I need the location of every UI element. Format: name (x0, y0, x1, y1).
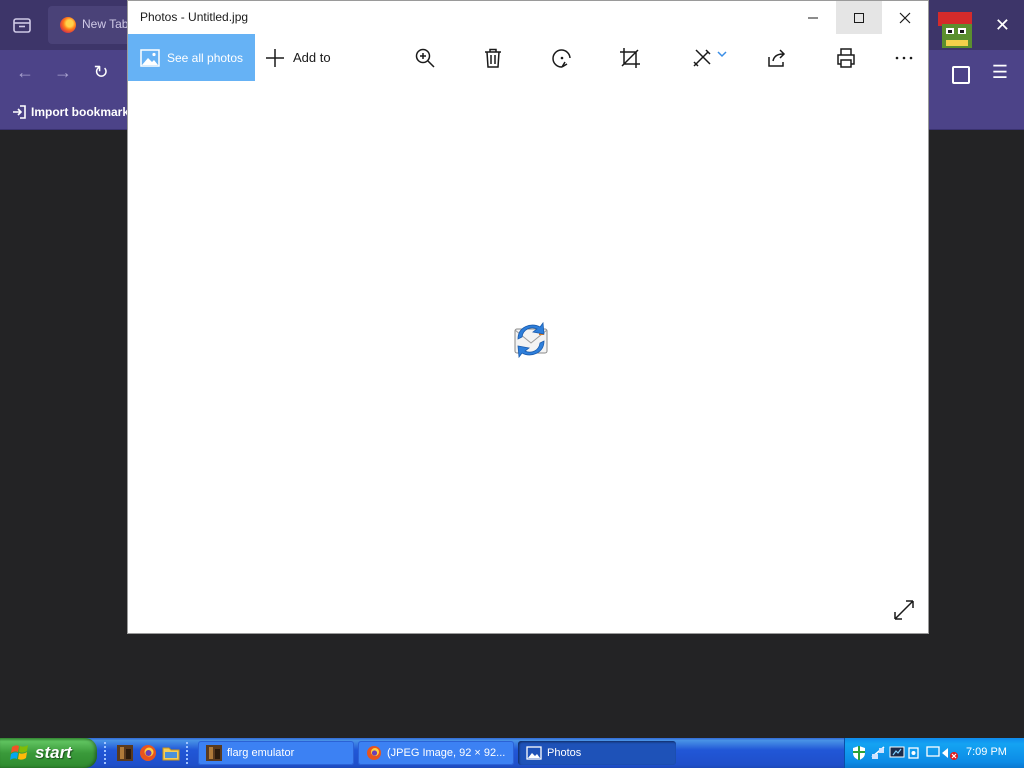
print-button[interactable] (833, 45, 859, 71)
zoom-icon (415, 48, 435, 68)
share-button[interactable] (764, 45, 790, 71)
browser-tab[interactable]: New Tab (48, 6, 138, 44)
tab-list-icon[interactable] (11, 14, 33, 36)
photos-icon (140, 48, 160, 67)
edit-icon (693, 49, 711, 67)
task-jpeg-image[interactable]: (JPEG Image, 92 × 92... (358, 741, 514, 765)
see-all-photos-button[interactable]: See all photos (128, 34, 255, 81)
firefox-icon (60, 17, 76, 33)
back-icon[interactable]: ← (13, 60, 37, 84)
add-to-button[interactable]: Add to (265, 34, 331, 81)
firefox-icon[interactable] (139, 744, 157, 762)
task-photos[interactable]: Photos (518, 741, 676, 765)
maximize-icon (854, 12, 864, 23)
photos-icon (526, 746, 542, 760)
taskbar: start flarg emulator (JPEG Image, 92 × 9… (0, 738, 1024, 768)
minimize-icon (808, 17, 818, 18)
camera-icon[interactable] (907, 745, 923, 761)
delete-button[interactable] (480, 45, 506, 71)
zoom-button[interactable] (412, 45, 438, 71)
crop-icon (620, 48, 640, 68)
photos-toolbar: See all photos Add to (128, 34, 928, 81)
rotate-icon (552, 49, 571, 68)
import-icon (13, 105, 26, 119)
task-label: flarg emulator (227, 747, 295, 759)
app-icon (206, 745, 222, 761)
rotate-button[interactable] (549, 45, 575, 71)
tab-title: New Tab (82, 17, 129, 31)
reload-icon[interactable]: ↻ (89, 60, 113, 84)
close-button[interactable] (882, 1, 928, 34)
see-all-photos-label: See all photos (167, 50, 244, 65)
network-disconnected-icon[interactable] (926, 745, 960, 761)
crop-button[interactable] (617, 45, 643, 71)
window-title: Photos - Untitled.jpg (140, 10, 249, 24)
windows-logo-icon (10, 745, 28, 760)
task-label: (JPEG Image, 92 × 92... (387, 747, 506, 759)
folder-icon[interactable] (162, 744, 180, 762)
start-button[interactable]: start (0, 738, 97, 768)
quick-launch-grip[interactable] (104, 742, 107, 764)
print-icon (837, 48, 855, 68)
extension-icon[interactable] (952, 66, 970, 84)
start-label: start (35, 743, 72, 762)
browser-close-button[interactable]: ✕ (995, 14, 1010, 36)
close-icon (899, 12, 911, 23)
chevron-down-icon (717, 51, 727, 58)
clock[interactable]: 7:09 PM (966, 746, 1007, 758)
display-icon[interactable] (889, 745, 905, 761)
minimize-button[interactable] (790, 1, 836, 34)
import-bookmarks-button[interactable]: Import bookmarks... (12, 103, 146, 121)
edit-button[interactable] (688, 45, 730, 71)
security-shield-icon[interactable] (851, 745, 867, 761)
photos-title-bar[interactable]: Photos - Untitled.jpg (128, 1, 928, 34)
task-flarg-emulator[interactable]: flarg emulator (198, 741, 354, 765)
app-menu-icon[interactable]: ☰ (990, 60, 1010, 84)
task-label: Photos (547, 747, 582, 759)
forward-icon[interactable]: → (51, 60, 75, 84)
taskbar-grip[interactable] (186, 742, 189, 764)
photos-window: Photos - Untitled.jpg See all photos Add… (128, 1, 928, 633)
maximize-button[interactable] (836, 1, 882, 34)
add-to-label: Add to (293, 50, 331, 65)
app-icon[interactable] (116, 744, 134, 762)
network-icon[interactable] (870, 745, 886, 761)
more-icon (895, 56, 913, 60)
delete-icon (485, 48, 501, 68)
plus-icon (266, 48, 284, 67)
share-icon (768, 49, 786, 67)
full-screen-icon[interactable] (892, 598, 916, 622)
firefox-icon (367, 746, 381, 760)
mail-sync-icon (514, 321, 548, 359)
more-button[interactable] (891, 45, 917, 71)
